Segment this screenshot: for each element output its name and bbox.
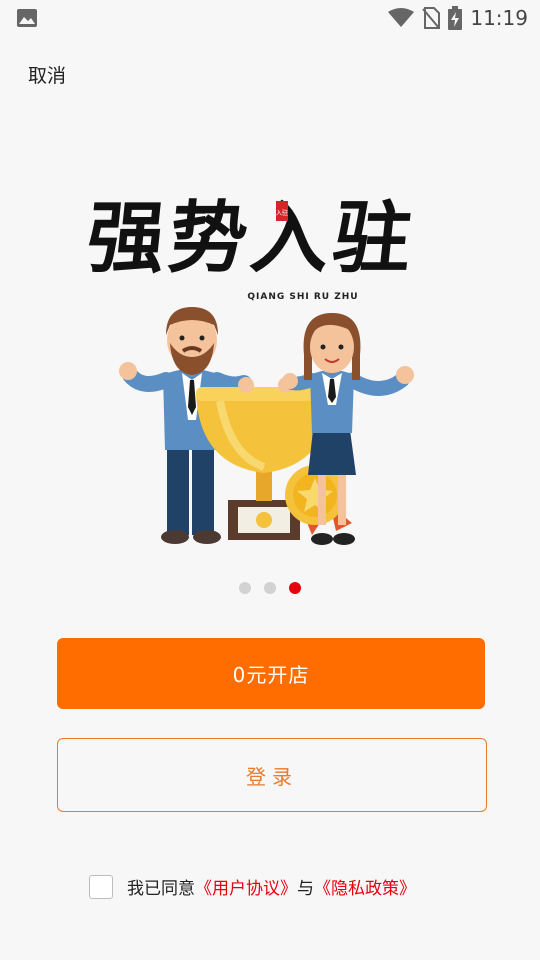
cancel-button[interactable]: 取消	[28, 61, 66, 88]
image-icon	[17, 9, 37, 27]
privacy-policy-link[interactable]: 《隐私政策》	[314, 874, 416, 899]
carousel-dot[interactable]	[264, 582, 276, 594]
banner-subtitle: QIANG SHI RU ZHU	[247, 292, 358, 302]
agreement-row: 我已同意 《用户协议》 与 《隐私政策》	[89, 874, 416, 899]
user-agreement-link[interactable]: 《用户协议》	[195, 874, 297, 899]
agreement-checkbox[interactable]	[89, 874, 113, 899]
agreement-conjunction: 与	[297, 879, 314, 899]
open-store-button[interactable]: 0元开店	[57, 638, 485, 709]
status-time: 11:19	[470, 6, 528, 30]
agreement-prefix: 我已同意	[127, 879, 195, 899]
carousel-indicator	[0, 582, 540, 594]
seal-text: 入驻	[276, 209, 288, 217]
wifi-icon	[388, 8, 415, 27]
no-sim-icon	[422, 7, 441, 29]
battery-charging-icon	[448, 6, 463, 30]
carousel-dot-active[interactable]	[289, 582, 301, 594]
carousel-dot[interactable]	[239, 582, 251, 594]
login-button[interactable]: 登录	[57, 738, 487, 812]
status-bar: 11:19	[0, 0, 540, 36]
banner-title: 强势入驻	[83, 193, 420, 284]
welcome-illustration: 强势入驻 入驻 QIANG SHI RU ZHU	[83, 193, 420, 545]
